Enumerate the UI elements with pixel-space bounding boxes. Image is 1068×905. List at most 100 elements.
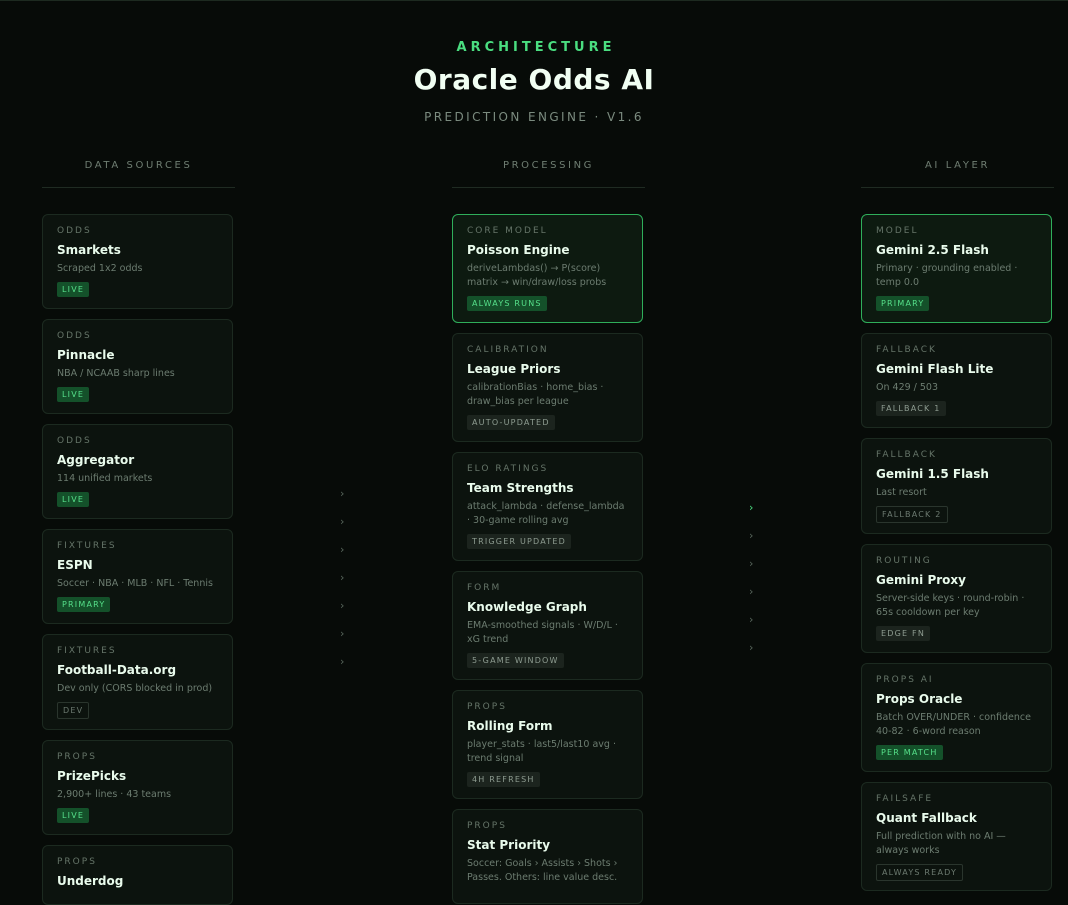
card-description: Dev only (CORS blocked in prod) (57, 683, 213, 694)
status-badge: 5-GAME WINDOW (467, 653, 564, 668)
card-description: EMA-smoothed signals · W/D/L · xG trend (467, 620, 618, 645)
card-description: Scraped 1x2 odds (57, 263, 143, 274)
card-title: Knowledge Graph (467, 600, 587, 614)
column-data-sources: DATA SOURCES ODDS Smarkets Scraped 1x2 o… (42, 160, 235, 905)
card-description: Soccer: Goals › Assists › Shots › Passes… (467, 858, 618, 883)
card-description: calibrationBias · home_bias · draw_bias … (467, 382, 604, 407)
card-poisson-engine[interactable]: CORE MODEL Poisson Engine deriveLambdas(… (452, 214, 643, 323)
eyebrow-label: ARCHITECTURE (456, 40, 616, 55)
card-description: 114 unified markets (57, 473, 153, 484)
status-badge: DEV (57, 702, 90, 719)
card-title: Smarkets (57, 243, 121, 257)
card-title: League Priors (467, 362, 561, 376)
card-category: FORM (467, 583, 502, 593)
top-divider (0, 0, 1068, 1)
card-league-priors[interactable]: CALIBRATION League Priors calibrationBia… (452, 333, 643, 442)
flow-arrow-icon: › (340, 599, 345, 612)
card-title: Stat Priority (467, 838, 551, 852)
column-heading: DATA SOURCES (42, 160, 235, 188)
card-description: Soccer · NBA · MLB · NFL · Tennis (57, 578, 213, 589)
flow-arrow-icon: › (340, 543, 345, 556)
card-title: Gemini 2.5 Flash (876, 243, 989, 257)
flow-arrow-icon: › (749, 529, 754, 542)
flow-arrow-icon: › (340, 571, 345, 584)
flow-arrow-icon: › (340, 655, 345, 668)
column-heading: AI LAYER (861, 160, 1054, 188)
card-title: Props Oracle (876, 692, 963, 706)
flow-arrow-icon: › (749, 585, 754, 598)
card-category: CORE MODEL (467, 226, 548, 236)
card-description: Batch OVER/UNDER · confidence 40-82 · 6-… (876, 712, 1031, 737)
card-description: attack_lambda · defense_lambda · 30-game… (467, 501, 625, 526)
card-quant-fallback[interactable]: FAILSAFE Quant Fallback Full prediction … (861, 782, 1052, 891)
card-description: On 429 / 503 (876, 382, 939, 393)
card-pinnacle[interactable]: ODDS Pinnacle NBA / NCAAB sharp lines LI… (42, 319, 233, 414)
card-title: Team Strengths (467, 481, 574, 495)
card-gemini-1-5-flash[interactable]: FALLBACK Gemini 1.5 Flash Last resort FA… (861, 438, 1052, 534)
card-team-strengths[interactable]: ELO RATINGS Team Strengths attack_lambda… (452, 452, 643, 561)
card-category: FIXTURES (57, 541, 117, 551)
card-title: Gemini Proxy (876, 573, 966, 587)
card-category: PROPS (467, 702, 507, 712)
status-badge: AUTO-UPDATED (467, 415, 555, 430)
card-category: PROPS (467, 821, 507, 831)
card-category: FALLBACK (876, 345, 937, 355)
card-smarkets[interactable]: ODDS Smarkets Scraped 1x2 odds LIVE (42, 214, 233, 309)
card-gemini-flash-lite[interactable]: FALLBACK Gemini Flash Lite On 429 / 503 … (861, 333, 1052, 428)
status-badge: EDGE FN (876, 626, 930, 641)
card-category: PROPS AI (876, 675, 934, 685)
card-title: Pinnacle (57, 348, 115, 362)
card-description: deriveLambdas() → P(score) matrix → win/… (467, 263, 607, 288)
flow-arrow-icon: › (340, 487, 345, 500)
status-badge: LIVE (57, 808, 90, 823)
flow-arrow-icon: › (749, 641, 754, 654)
flow-arrow-icon: › (340, 515, 345, 528)
card-title: Gemini 1.5 Flash (876, 467, 989, 481)
card-football-data[interactable]: FIXTURES Football-Data.org Dev only (COR… (42, 634, 233, 730)
card-prizepicks[interactable]: PROPS PrizePicks 2,900+ lines · 43 teams… (42, 740, 233, 835)
status-badge: FALLBACK 2 (876, 506, 948, 523)
status-badge: PER MATCH (876, 745, 943, 760)
card-category: FAILSAFE (876, 794, 934, 804)
card-title: Underdog (57, 874, 124, 888)
card-gemini-proxy[interactable]: ROUTING Gemini Proxy Server-side keys · … (861, 544, 1052, 653)
page-header: ARCHITECTURE Oracle Odds AI PREDICTION E… (0, 40, 1068, 124)
card-category: ROUTING (876, 556, 932, 566)
status-badge: LIVE (57, 387, 90, 402)
card-title: Football-Data.org (57, 663, 177, 677)
card-description: player_stats · last5/last10 avg · trend … (467, 739, 616, 764)
status-badge: PRIMARY (57, 597, 111, 612)
card-description: 2,900+ lines · 43 teams (57, 789, 172, 800)
card-gemini-2-5-flash[interactable]: MODEL Gemini 2.5 Flash Primary · groundi… (861, 214, 1052, 323)
card-description: Last resort (876, 487, 927, 498)
card-category: CALIBRATION (467, 345, 549, 355)
card-knowledge-graph[interactable]: FORM Knowledge Graph EMA-smoothed signal… (452, 571, 643, 680)
card-underdog[interactable]: PROPS Underdog (42, 845, 233, 905)
column-ai-layer: AI LAYER MODEL Gemini 2.5 Flash Primary … (861, 160, 1054, 891)
status-badge: TRIGGER UPDATED (467, 534, 572, 549)
card-props-oracle[interactable]: PROPS AI Props Oracle Batch OVER/UNDER ·… (861, 663, 1052, 772)
card-category: PROPS (57, 857, 97, 867)
flow-arrow-icon: › (749, 557, 754, 570)
card-category: ODDS (57, 331, 92, 341)
card-category: PROPS (57, 752, 97, 762)
status-badge: PRIMARY (876, 296, 930, 311)
card-rolling-form[interactable]: PROPS Rolling Form player_stats · last5/… (452, 690, 643, 799)
card-category: ODDS (57, 436, 92, 446)
status-badge: ALWAYS READY (876, 864, 964, 881)
card-category: MODEL (876, 226, 919, 236)
column-processing: PROCESSING CORE MODEL Poisson Engine der… (452, 160, 645, 904)
flow-arrow-icon: › (749, 613, 754, 626)
status-badge: LIVE (57, 282, 90, 297)
card-title: Rolling Form (467, 719, 553, 733)
status-badge: FALLBACK 1 (876, 401, 946, 416)
card-espn[interactable]: FIXTURES ESPN Soccer · NBA · MLB · NFL ·… (42, 529, 233, 624)
card-aggregator[interactable]: ODDS Aggregator 114 unified markets LIVE (42, 424, 233, 519)
card-stat-priority[interactable]: PROPS Stat Priority Soccer: Goals › Assi… (452, 809, 643, 904)
page-subtitle: PREDICTION ENGINE · V1.6 (424, 110, 644, 124)
status-badge: ALWAYS RUNS (467, 296, 547, 311)
card-title: Aggregator (57, 453, 135, 467)
flow-arrow-icon: › (749, 501, 754, 514)
card-category: FIXTURES (57, 646, 117, 656)
page-title: Oracle Odds AI (413, 63, 655, 96)
